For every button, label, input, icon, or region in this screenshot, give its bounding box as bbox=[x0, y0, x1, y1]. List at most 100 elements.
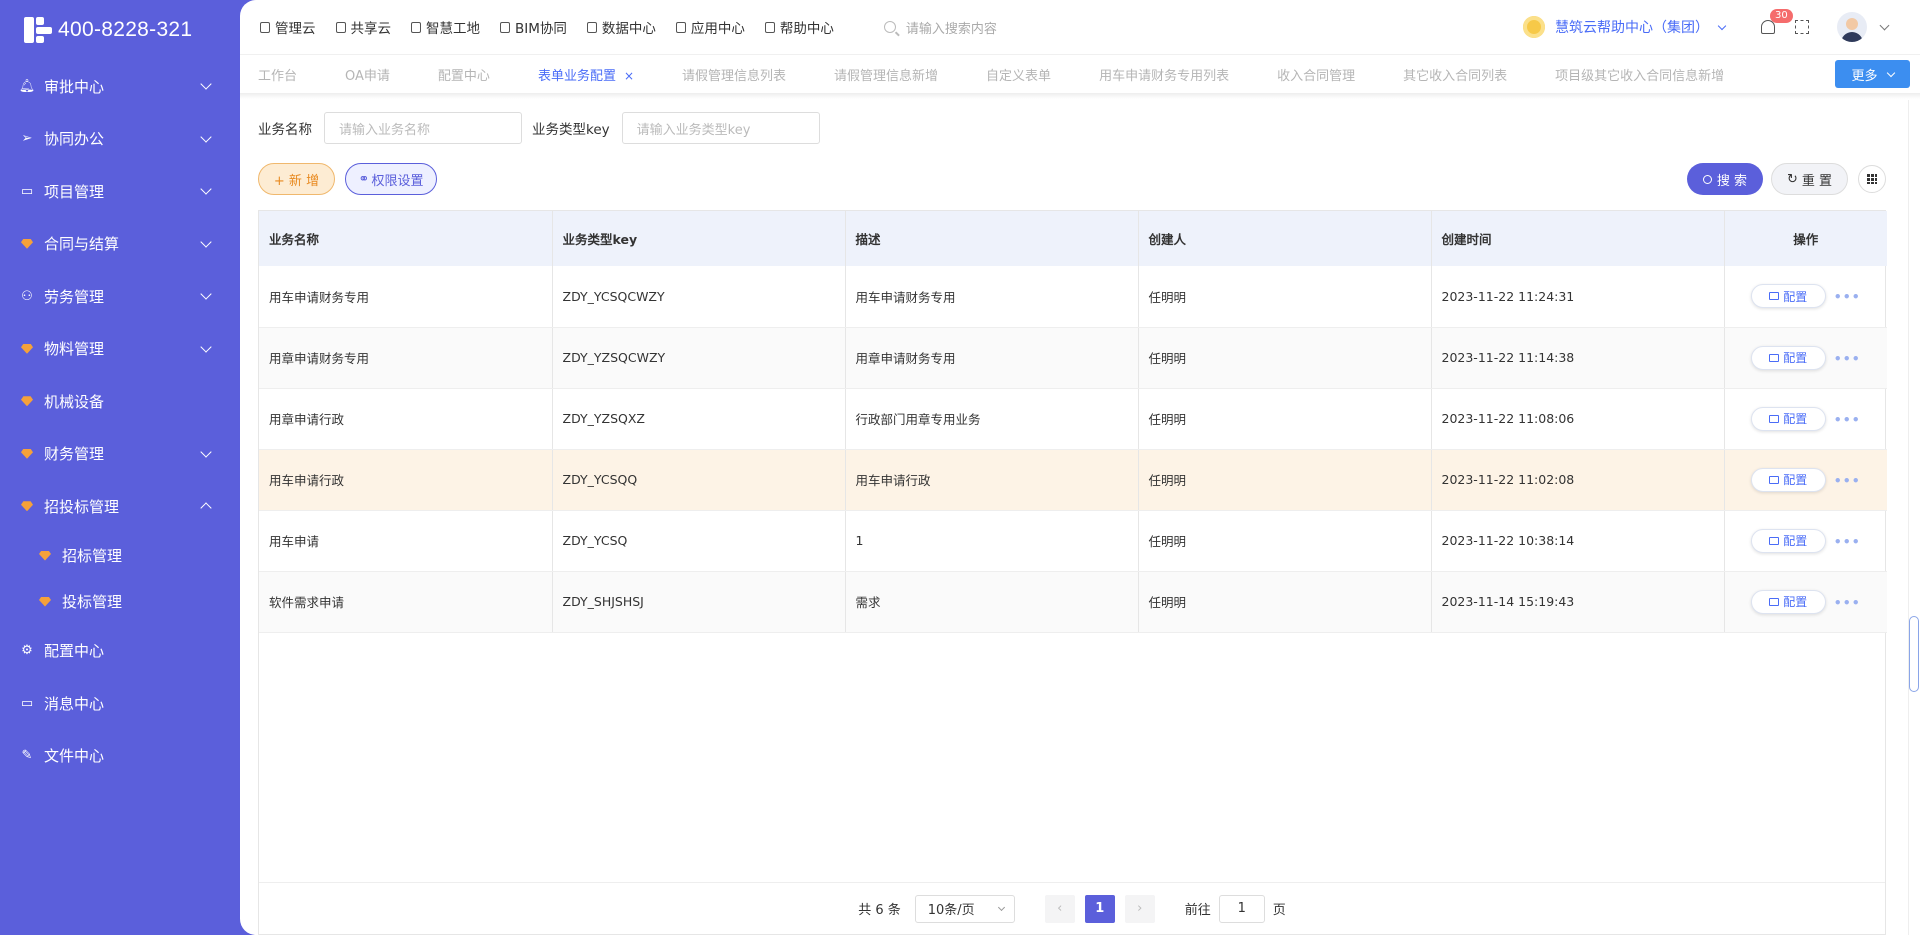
sidebar-bottom-item-1[interactable]: ▭ 消息中心 bbox=[0, 677, 240, 730]
top-nav-item-5[interactable]: 应用中心 bbox=[675, 17, 745, 37]
chevron-down-icon bbox=[997, 903, 1005, 911]
cell-desc: 用车申请财务专用 bbox=[845, 266, 1139, 328]
tab-1[interactable]: OA申请 bbox=[345, 65, 390, 84]
column-settings-button[interactable] bbox=[1858, 165, 1886, 193]
more-actions-icon[interactable]: ••• bbox=[1834, 412, 1861, 427]
tab-8[interactable]: 收入合同管理 bbox=[1277, 65, 1355, 84]
sidebar-item-4[interactable]: ⚇ 劳务管理 bbox=[0, 270, 240, 323]
user-avatar[interactable] bbox=[1837, 12, 1867, 42]
table-row[interactable]: 用车申请财务专用 ZDY_YCSQCWZY 用车申请财务专用 任明明 2023-11-2… bbox=[259, 266, 1887, 328]
close-icon[interactable]: × bbox=[624, 69, 634, 83]
column-header-2: 描述 bbox=[845, 211, 1139, 266]
top-nav-item-0[interactable]: 管理云 bbox=[260, 17, 316, 37]
sidebar-item-3[interactable]: 合同与结算 bbox=[0, 218, 240, 271]
search-button[interactable]: 搜 索 bbox=[1687, 163, 1763, 195]
sidebar-bottom-item-2[interactable]: ✎ 文件中心 bbox=[0, 730, 240, 783]
sidebar-item-2[interactable]: ▭ 项目管理 bbox=[0, 165, 240, 218]
global-search-input[interactable]: 请输入搜索内容 bbox=[906, 18, 997, 37]
table-row[interactable]: 用章申请财务专用 ZDY_YZSQCWZY 用章申请财务专用 任明明 2023-11-2… bbox=[259, 327, 1887, 389]
table-row[interactable]: 用车申请 ZDY_YCSQ 1 任明明 2023-11-22 10:38:14 配置 ••• bbox=[259, 510, 1887, 572]
sidebar-item-label: 项目管理 bbox=[44, 182, 105, 201]
more-actions-icon[interactable]: ••• bbox=[1834, 351, 1861, 366]
logo-phone-text: 400-8228-321 bbox=[58, 18, 193, 41]
config-button[interactable]: 配置 bbox=[1750, 345, 1826, 370]
top-nav-item-4[interactable]: 数据中心 bbox=[586, 17, 656, 37]
edit-file-icon: ✎ bbox=[21, 748, 33, 764]
top-nav-label: 智慧工地 bbox=[426, 21, 480, 37]
global-search[interactable]: 请输入搜索内容 bbox=[883, 18, 997, 37]
tab-5[interactable]: 请假管理信息新增 bbox=[834, 65, 938, 84]
tab-0[interactable]: 工作台 bbox=[258, 65, 297, 84]
sidebar-item-0[interactable]: 🔔︎ 审批中心 bbox=[0, 60, 240, 113]
tab-label: 请假管理信息列表 bbox=[682, 68, 787, 84]
sidebar-item-label: 配置中心 bbox=[44, 642, 105, 661]
chevron-down-icon bbox=[200, 183, 212, 195]
config-button[interactable]: 配置 bbox=[1750, 284, 1826, 309]
more-actions-icon[interactable]: ••• bbox=[1834, 473, 1861, 488]
gear-icon: ⚙ bbox=[21, 643, 33, 659]
table-row[interactable]: 用章申请行政 ZDY_YZSQXZ 行政部门用章专用业务 任明明 2023-11-22 … bbox=[259, 388, 1887, 450]
add-button[interactable]: + 新 增 bbox=[258, 163, 335, 195]
sidebar-item-5[interactable]: 物料管理 bbox=[0, 323, 240, 376]
tab-2[interactable]: 配置中心 bbox=[438, 65, 490, 84]
sidebar-item-7[interactable]: 财务管理 bbox=[0, 428, 240, 481]
page-size-select[interactable]: 10条/页 bbox=[914, 894, 1015, 923]
user-menu-chevron-icon[interactable] bbox=[1879, 20, 1890, 31]
sidebar-subitem-1[interactable]: 投标管理 bbox=[0, 579, 240, 625]
tab-6[interactable]: 自定义表单 bbox=[986, 65, 1051, 84]
tab-10[interactable]: 项目级其它收入合同信息新增 bbox=[1555, 65, 1724, 84]
next-page-button[interactable]: › bbox=[1124, 894, 1155, 923]
search-icon bbox=[883, 21, 896, 33]
sidebar: 400-8228-321 🔔︎ 审批中心 ➢ 协同办公 ▭ 项目管理 合同与结算 ⚇ 劳务管理物… bbox=[0, 0, 240, 935]
chevron-down-icon bbox=[200, 78, 212, 90]
goto-page-input[interactable]: 1 bbox=[1218, 894, 1265, 923]
vertical-scrollbar[interactable] bbox=[1908, 100, 1920, 935]
config-button[interactable]: 配置 bbox=[1750, 467, 1826, 492]
top-nav-item-6[interactable]: 帮助中心 bbox=[764, 17, 834, 37]
sidebar-bottom-item-0[interactable]: ⚙ 配置中心 bbox=[0, 625, 240, 678]
sidebar-subitem-0[interactable]: 招标管理 bbox=[0, 533, 240, 579]
cell-key: ZDY_YCSQCWZY bbox=[552, 266, 846, 328]
tab-label: 请假管理信息新增 bbox=[834, 68, 939, 84]
sidebar-item-8[interactable]: 招投标管理 bbox=[0, 480, 240, 533]
business-name-input[interactable]: 请输入业务名称 bbox=[324, 112, 522, 144]
business-key-input[interactable]: 请输入业务类型key bbox=[621, 112, 820, 144]
tab-4[interactable]: 请假管理信息列表 bbox=[682, 65, 786, 84]
prev-page-button[interactable]: ‹ bbox=[1044, 894, 1075, 923]
cell-time: 2023-11-22 11:14:38 bbox=[1431, 327, 1725, 389]
table-row[interactable]: 用车申请行政 ZDY_YCSQQ 用车申请行政 任明明 2023-11-22 11:02… bbox=[259, 449, 1887, 511]
permission-settings-button[interactable]: ⚭ 权限设置 bbox=[345, 163, 437, 195]
cell-name: 用车申请行政 bbox=[259, 449, 553, 511]
more-actions-icon[interactable]: ••• bbox=[1834, 595, 1861, 610]
sidebar-item-1[interactable]: ➢ 协同办公 bbox=[0, 113, 240, 166]
table-row[interactable]: 软件需求申请 ZDY_SHJSHSJ 需求 任明明 2023-11-14 15:19:4… bbox=[259, 571, 1887, 633]
config-button[interactable]: 配置 bbox=[1750, 406, 1826, 431]
tab-3[interactable]: 表单业务配置 × bbox=[538, 65, 634, 84]
notification-bell-icon[interactable]: 30 bbox=[1761, 9, 1793, 34]
sidebar-item-6[interactable]: 机械设备 bbox=[0, 375, 240, 428]
top-nav-item-1[interactable]: 共享云 bbox=[335, 17, 391, 37]
folder-icon bbox=[1769, 414, 1780, 423]
top-nav-item-3[interactable]: BIM协同 bbox=[500, 17, 567, 37]
current-page-button[interactable]: 1 bbox=[1084, 894, 1115, 923]
more-actions-icon[interactable]: ••• bbox=[1834, 289, 1861, 304]
more-actions-icon[interactable]: ••• bbox=[1834, 534, 1861, 549]
chevron-down-icon bbox=[200, 288, 212, 300]
logo[interactable]: 400-8228-321 bbox=[0, 0, 240, 60]
config-button[interactable]: 配置 bbox=[1750, 589, 1826, 614]
tab-7[interactable]: 用车申请财务专用列表 bbox=[1099, 65, 1229, 84]
more-tabs-button[interactable]: 更多 bbox=[1835, 60, 1910, 88]
top-nav-item-2[interactable]: 智慧工地 bbox=[411, 17, 480, 37]
nav-icon bbox=[260, 21, 270, 33]
tab-9[interactable]: 其它收入合同列表 bbox=[1403, 65, 1507, 84]
reset-button[interactable]: ↻ 重 置 bbox=[1771, 163, 1848, 195]
fullscreen-icon[interactable] bbox=[1795, 20, 1809, 34]
cell-name: 用车申请 bbox=[259, 510, 553, 572]
scrollbar-thumb[interactable] bbox=[1909, 616, 1919, 692]
gem-shape bbox=[21, 396, 33, 407]
chevron-down-icon bbox=[200, 341, 212, 353]
cell-actions: 配置 ••• bbox=[1724, 449, 1887, 511]
help-center-dropdown[interactable]: 慧筑云帮助中心（集团） bbox=[1523, 16, 1727, 38]
cell-name: 用车申请财务专用 bbox=[259, 266, 553, 328]
config-button[interactable]: 配置 bbox=[1750, 528, 1826, 553]
